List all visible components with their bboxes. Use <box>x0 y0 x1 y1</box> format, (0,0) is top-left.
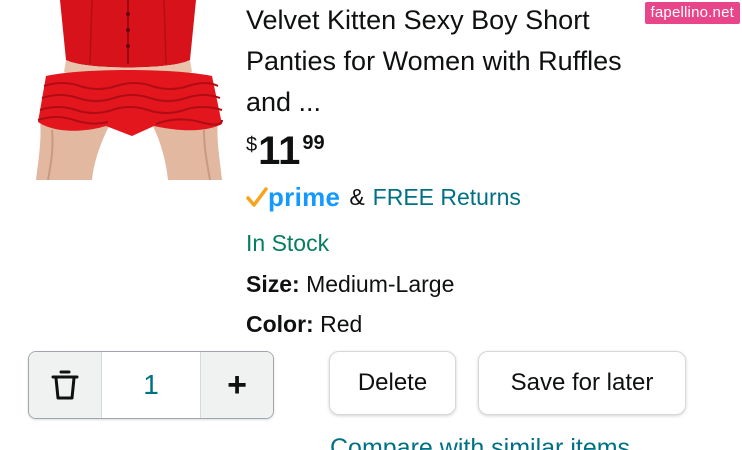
price-whole: 11 <box>258 129 301 173</box>
price-fraction: 99 <box>302 132 325 154</box>
color-value: Red <box>320 311 363 337</box>
stock-status: In Stock <box>246 230 330 256</box>
ampersand: & <box>349 183 365 210</box>
prime-row: prime & FREE Returns <box>246 180 521 214</box>
quantity-value[interactable]: 1 <box>102 352 200 418</box>
product-title-line-1: Velvet Kitten Sexy Boy Short <box>246 5 590 35</box>
product-image[interactable] <box>32 0 224 180</box>
color-attribute: Color: Red <box>246 311 362 338</box>
free-returns-link[interactable]: FREE Returns <box>373 184 521 211</box>
watermark: fapellino.net <box>644 2 740 24</box>
cart-item-page: Velvet Kitten Sexy Boy Short Panties for… <box>0 0 742 450</box>
prime-logo: prime <box>246 180 340 214</box>
size-attribute: Size: Medium-Large <box>246 271 454 298</box>
product-title-line-2: Panties for Women with Ruffles <box>246 46 622 76</box>
product-price: $ 11 99 <box>246 128 325 174</box>
color-label: Color: <box>246 311 314 337</box>
prime-check-icon <box>246 187 268 207</box>
size-value: Medium-Large <box>306 271 455 297</box>
plus-icon: + <box>227 366 247 404</box>
price-currency: $ <box>246 134 258 156</box>
remove-item-button[interactable] <box>29 352 102 418</box>
size-label: Size: <box>246 271 300 297</box>
product-title[interactable]: Velvet Kitten Sexy Boy Short Panties for… <box>246 0 696 123</box>
product-title-line-3: and ... <box>246 87 322 117</box>
increase-quantity-button[interactable]: + <box>200 352 273 418</box>
prime-label: prime <box>268 181 341 212</box>
trash-icon <box>51 370 79 400</box>
save-for-later-button[interactable]: Save for later <box>478 351 686 415</box>
quantity-stepper: 1 + <box>28 351 274 419</box>
delete-button[interactable]: Delete <box>329 351 456 415</box>
compare-similar-items-link[interactable]: Compare with similar items <box>330 434 630 450</box>
